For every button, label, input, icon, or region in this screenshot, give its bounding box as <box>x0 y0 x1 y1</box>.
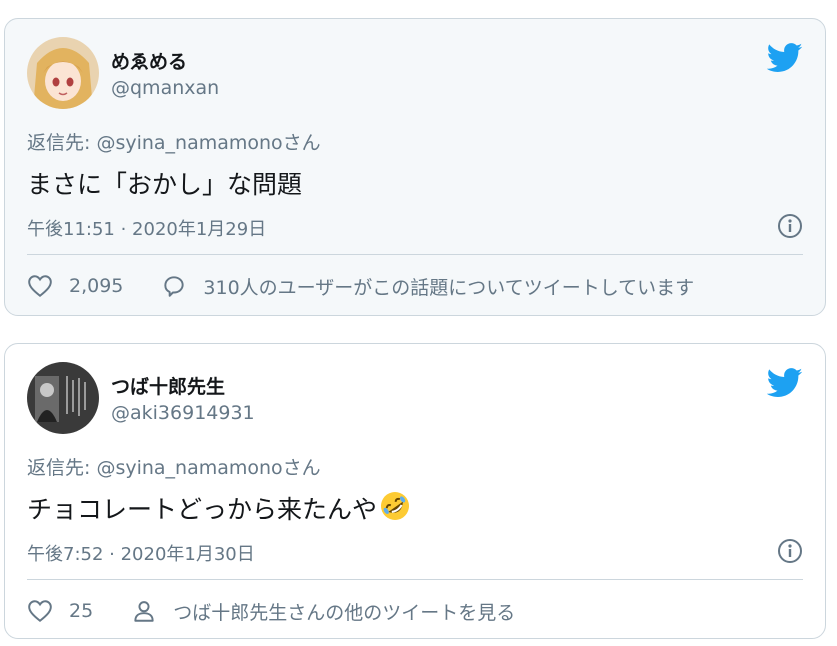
tweet-text: チョコレートどっから来たんや <box>27 495 378 524</box>
tweet-actions: 2,095 310人のユーザーがこの話題についてツイートしています <box>27 271 694 301</box>
heart-icon <box>28 600 52 622</box>
tweet-card[interactable]: めゑめる @qmanxan 返信先: @syina_namamonoさん まさに… <box>4 18 826 316</box>
conversation-label: 310人のユーザーがこの話題についてツイートしています <box>203 276 695 299</box>
more-tweets-label: つば十郎先生さんの他のツイートを見る <box>173 601 516 624</box>
avatar[interactable] <box>27 37 99 109</box>
info-icon[interactable] <box>777 538 803 564</box>
like-button[interactable]: 25 <box>27 598 93 624</box>
tweet-text-line: チョコレートどっから来たんや <box>27 490 411 526</box>
person-icon <box>134 601 154 622</box>
reply-to-label: 返信先: @syina_namamonoさん <box>27 457 321 479</box>
like-count: 25 <box>69 600 94 622</box>
rolling-on-floor-laughing-emoji <box>381 492 410 520</box>
tweet-timestamp[interactable]: 午後11:51 · 2020年1月29日 <box>27 215 266 241</box>
info-icon[interactable] <box>777 213 803 239</box>
author-name[interactable]: つば十郎先生 <box>111 372 225 399</box>
avatar[interactable] <box>27 362 99 434</box>
reply-to-label: 返信先: @syina_namamonoさん <box>27 132 321 154</box>
divider <box>27 579 803 580</box>
author-handle[interactable]: @qmanxan <box>111 77 219 99</box>
author-name[interactable]: めゑめる <box>111 47 187 74</box>
speech-bubble-icon <box>164 276 185 297</box>
tweet-actions: 25 つば十郎先生さんの他のツイートを見る <box>27 596 515 626</box>
divider <box>27 254 803 255</box>
like-button[interactable]: 2,095 <box>27 273 123 299</box>
like-count: 2,095 <box>69 275 124 297</box>
conversation-link[interactable]: 310人のユーザーがこの話題についてツイートしています <box>161 273 694 300</box>
twitter-bird-icon[interactable] <box>767 368 803 398</box>
heart-icon <box>28 275 52 297</box>
more-tweets-link[interactable]: つば十郎先生さんの他のツイートを見る <box>131 598 515 625</box>
tweet-timestamp[interactable]: 午後7:52 · 2020年1月30日 <box>27 540 255 566</box>
tweet-text: まさに「おかし」な問題 <box>27 170 303 199</box>
author-handle[interactable]: @aki36914931 <box>111 402 255 424</box>
twitter-bird-icon[interactable] <box>767 43 803 73</box>
tweet-card[interactable]: つば十郎先生 @aki36914931 返信先: @syina_namamono… <box>4 343 826 639</box>
